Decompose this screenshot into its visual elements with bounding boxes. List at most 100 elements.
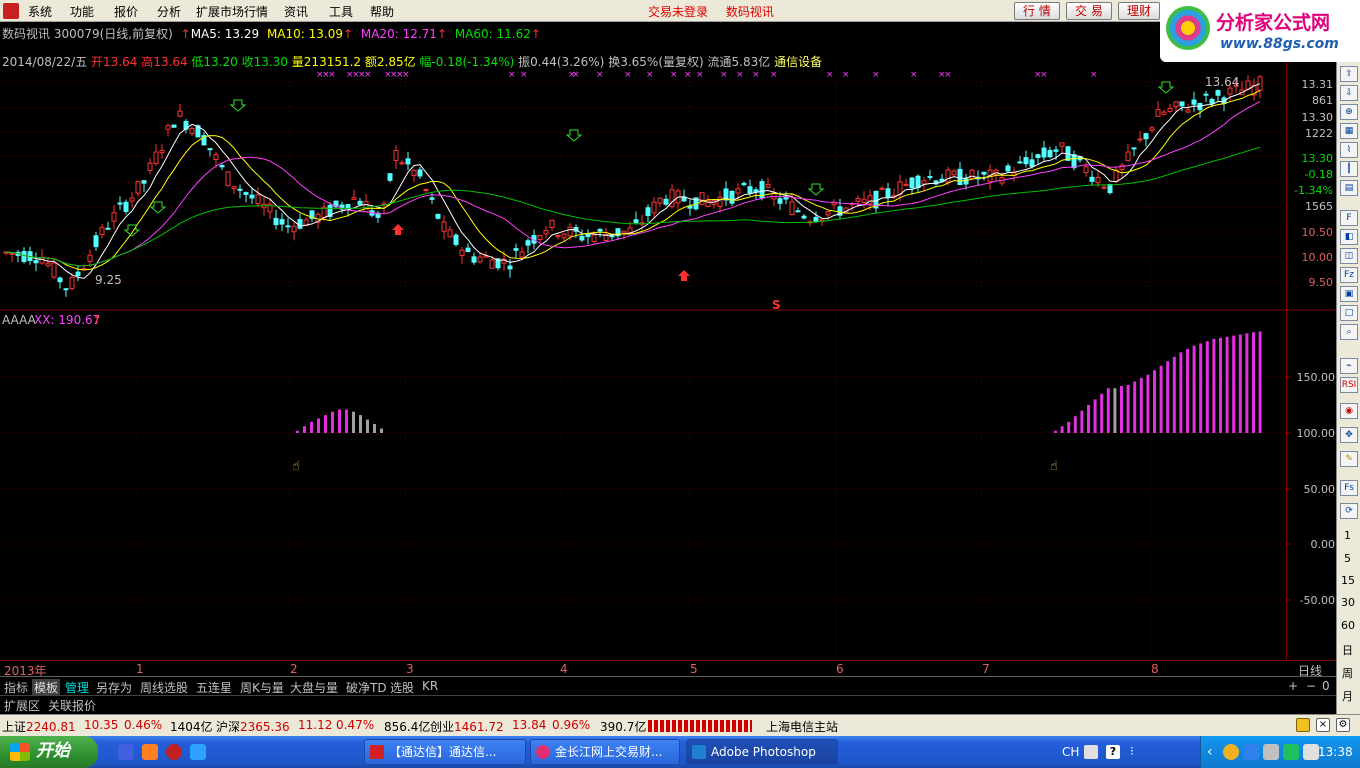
tab-indicator[interactable]: 指标 [2, 679, 30, 696]
period-month[interactable]: 月 [1342, 688, 1353, 704]
toolbar-info-icon[interactable]: ◧ [1340, 229, 1358, 245]
quicklaunch-app-icon[interactable] [166, 744, 182, 760]
toolbar-kline-icon[interactable]: ┃ [1340, 161, 1358, 177]
help-icon[interactable]: ? [1106, 745, 1120, 759]
menu-help[interactable]: 帮助 [370, 3, 394, 20]
menu-function[interactable]: 功能 [70, 3, 94, 20]
candle-body [351, 197, 357, 200]
tab-save-as[interactable]: 另存为 [94, 679, 134, 696]
tray-shield-icon[interactable] [1283, 744, 1299, 760]
app-icon[interactable] [3, 3, 19, 19]
task-tdx[interactable]: 【通达信】通达信... [364, 739, 526, 765]
quicklaunch-desktop-icon[interactable] [118, 744, 134, 760]
toolbar-down-arrow-icon[interactable]: ⇩ [1340, 85, 1358, 101]
menu-quote[interactable]: 报价 [114, 3, 138, 20]
index-cy[interactable]: 创业1461.72 [430, 718, 504, 735]
tab-stock-select[interactable]: 选股 [388, 679, 416, 696]
period-1[interactable]: 1 [1344, 529, 1351, 542]
index-sz[interactable]: 沪深2365.36 [216, 718, 290, 735]
menu-news[interactable]: 资讯 [284, 3, 308, 20]
toolbar-fz-icon[interactable]: Fz [1340, 267, 1358, 283]
close-strip-icon[interactable]: × [1316, 718, 1330, 732]
tab-extension[interactable]: 扩展区 [2, 697, 42, 714]
ime-options-icon[interactable]: ⁝ [1130, 744, 1134, 758]
chart-area[interactable]: ××× ×××× ×××× × × ×× × × × × × × × × × × × × × × ×× ×× × 13.64… [0, 62, 1286, 660]
toolbar-grid-icon[interactable]: ▤ [1340, 180, 1358, 196]
zoom-plus-icon[interactable]: + [1288, 679, 1298, 693]
zoom-reset-icon[interactable]: 0 [1322, 679, 1330, 693]
task-jcj[interactable]: 金长江网上交易财... [530, 739, 680, 765]
clock[interactable]: 13:38 [1318, 745, 1353, 759]
candle-body [789, 201, 795, 216]
candle-body [741, 182, 747, 186]
start-button[interactable]: 开始 [0, 736, 98, 768]
period-15[interactable]: 15 [1341, 574, 1355, 587]
tray-network-icon[interactable] [1243, 744, 1259, 760]
logo-title: 分析家公式网 [1216, 12, 1331, 34]
toolbar-alert-icon[interactable]: ◉ [1340, 403, 1358, 419]
toolbar-chart-icon[interactable]: ◫ [1340, 248, 1358, 264]
candle-body [117, 202, 123, 205]
candle-body [93, 235, 99, 248]
period-day[interactable]: 日 [1342, 642, 1353, 658]
menu-tools[interactable]: 工具 [329, 3, 353, 20]
toolbar-table-icon[interactable]: ▦ [1340, 123, 1358, 139]
indicator-name[interactable]: AAAA [2, 313, 37, 327]
index-strip: 上证2240.81 10.35 0.46% 1404亿 沪深2365.36 11… [0, 714, 1360, 736]
tab-weekly-select[interactable]: 周线选股 [138, 679, 190, 696]
candle-body [717, 196, 723, 207]
ma5-label: MA5: 13.29 [190, 27, 260, 41]
tab-related-quote[interactable]: 关联报价 [46, 697, 98, 714]
tray-app-icon[interactable] [1223, 744, 1239, 760]
lock-icon[interactable] [1296, 718, 1310, 732]
toolbar-trend-icon[interactable]: ⌁ [1340, 358, 1358, 374]
toolbar-zoom-in-icon[interactable]: ⊕ [1340, 104, 1358, 120]
tab-weekly-k-volume[interactable]: 周K与量 [238, 679, 286, 696]
tab-template[interactable]: 模板 [32, 679, 61, 696]
menu-system[interactable]: 系统 [28, 3, 52, 20]
quicklaunch-media-icon[interactable] [142, 744, 158, 760]
tab-kr[interactable]: KR [420, 679, 440, 693]
keyboard-icon[interactable] [1084, 745, 1098, 759]
toolbar-image-icon[interactable]: ▣ [1340, 286, 1358, 302]
period-week[interactable]: 周 [1342, 665, 1353, 681]
period-30[interactable]: 30 [1341, 596, 1355, 609]
menu-analysis[interactable]: 分析 [157, 3, 181, 20]
tray-security-icon[interactable] [1303, 744, 1319, 760]
quicklaunch-ie-icon[interactable] [190, 744, 206, 760]
quote-button[interactable]: 行 情 [1014, 2, 1060, 20]
tab-manage[interactable]: 管理 [63, 679, 91, 696]
tray-expand-icon[interactable]: ‹ [1207, 744, 1213, 760]
tab-market-volume[interactable]: 大盘与量 [288, 679, 340, 696]
toolbar-search-icon[interactable]: ⌕ [1340, 324, 1358, 340]
server-name[interactable]: 上海电信主站 [766, 718, 838, 735]
task-photoshop[interactable]: Adobe Photoshop [686, 739, 838, 765]
trade-button[interactable]: 交 易 [1066, 2, 1112, 20]
language-indicator[interactable]: CH [1062, 745, 1079, 759]
finance-button[interactable]: 理财 [1118, 2, 1161, 20]
toolbar-up-arrow-icon[interactable]: ⇧ [1340, 66, 1358, 82]
toolbar-refresh-icon[interactable]: ⟳ [1340, 503, 1358, 519]
toolbar-fs-icon[interactable]: Fs [1340, 480, 1358, 496]
candle-body [153, 151, 159, 164]
indicator-bar [1245, 333, 1249, 433]
index-sh[interactable]: 上证2240.81 [2, 718, 76, 735]
candle-body [1209, 99, 1215, 104]
period-60[interactable]: 60 [1341, 619, 1355, 632]
tray-volume-icon[interactable] [1263, 744, 1279, 760]
menu-extended-market[interactable]: 扩展市场行情 [196, 3, 268, 20]
candle-body [537, 235, 543, 241]
trade-status[interactable]: 交易未登录 [648, 5, 708, 19]
zoom-minus-icon[interactable]: − [1306, 679, 1316, 693]
tab-five-star[interactable]: 五连星 [194, 679, 234, 696]
price-axis-label: -1.34% [1294, 184, 1333, 197]
toolbar-pen-icon[interactable]: ✎ [1340, 451, 1358, 467]
toolbar-line-chart-icon[interactable]: ⌇ [1340, 142, 1358, 158]
settings-strip-icon[interactable]: ⚙ [1336, 718, 1350, 732]
tab-break-td[interactable]: 破净TD [344, 679, 389, 696]
toolbar-rsi-icon[interactable]: RSI [1340, 377, 1358, 393]
toolbar-box-icon[interactable]: □ [1340, 305, 1358, 321]
period-5[interactable]: 5 [1344, 552, 1351, 565]
toolbar-f10-icon[interactable]: F [1340, 210, 1358, 226]
toolbar-move-icon[interactable]: ✥ [1340, 427, 1358, 443]
